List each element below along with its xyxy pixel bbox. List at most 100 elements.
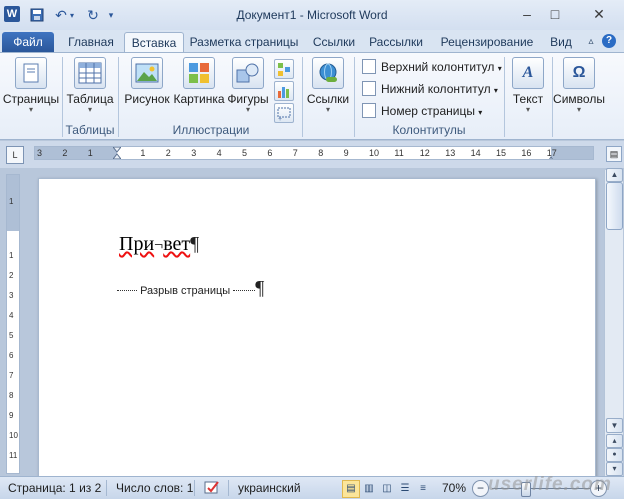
word-part-1: При [119, 233, 155, 255]
clipart-label: Картинка [173, 92, 225, 106]
draft-icon[interactable]: ≡ [414, 480, 432, 498]
group-separator [302, 57, 303, 137]
status-separator [228, 480, 229, 496]
indent-marker-icon[interactable] [112, 147, 122, 159]
vruler-number: 2 [9, 271, 14, 280]
table-icon [74, 57, 106, 89]
picture-label: Рисунок [124, 92, 170, 106]
smartart-icon[interactable] [274, 59, 294, 79]
links-button[interactable]: Ссылки ▾ [304, 57, 352, 114]
status-page[interactable]: Страница: 1 из 2 [8, 481, 101, 495]
chart-icon[interactable] [274, 81, 294, 101]
word-part-2: вет [163, 233, 191, 255]
tab-mailings[interactable]: Рассылки [366, 32, 426, 52]
status-words[interactable]: Число слов: 1 [116, 481, 193, 495]
maximize-button[interactable]: □ [542, 4, 568, 24]
pages-icon [15, 57, 47, 89]
page-number-label: Номер страницы [381, 104, 475, 118]
ruler-number: 5 [242, 148, 248, 158]
zoom-level[interactable]: 70% [442, 481, 466, 495]
page-number-dropdown-icon: ▾ [478, 108, 483, 117]
status-language[interactable]: украинский [238, 481, 301, 495]
vruler-number: 11 [9, 451, 18, 460]
ruler-number: 11 [394, 148, 404, 158]
right-indent-marker-icon[interactable] [547, 152, 555, 159]
tab-file[interactable]: Файл [2, 32, 54, 52]
footer-button[interactable]: Нижний колонтитул ▾ [362, 79, 498, 99]
ruler-number: 4 [216, 148, 222, 158]
watermark-text: userlife.com [488, 474, 612, 495]
document-paragraph[interactable]: При¬вет¶ [119, 233, 199, 256]
collapse-ribbon-icon[interactable]: ▵ [584, 32, 598, 52]
text-button[interactable]: A Текст ▾ [506, 57, 550, 114]
tab-insert[interactable]: Вставка [124, 32, 184, 53]
picture-button[interactable]: Рисунок [122, 57, 172, 106]
print-layout-icon[interactable]: ▤ [342, 480, 360, 498]
ruler-number: 2 [165, 148, 171, 158]
clipart-button[interactable]: Картинка [172, 57, 226, 106]
vruler-number: 5 [9, 331, 14, 340]
view-ruler-icon[interactable]: ▤ [606, 146, 622, 162]
ruler-number: 7 [292, 148, 298, 158]
tab-page-layout[interactable]: Разметка страницы [188, 32, 300, 52]
proofing-icon[interactable] [204, 479, 224, 498]
table-button[interactable]: Таблица ▾ [64, 57, 116, 114]
scroll-up-button[interactable]: ▲ [606, 168, 623, 182]
links-label: Ссылки [306, 92, 350, 106]
footer-icon [362, 81, 376, 96]
ruler-number: 3 [191, 148, 197, 158]
tab-references[interactable]: Ссылки [308, 32, 360, 52]
text-icon: A [512, 57, 544, 89]
symbols-label: Символы [553, 92, 605, 106]
ribbon-insert: Страницы ▾ Таблица ▾ Таблицы Рисунок Кар… [0, 52, 624, 140]
browse-object-button[interactable]: ● [606, 448, 623, 462]
group-separator [118, 57, 119, 137]
status-separator [194, 480, 195, 496]
status-separator [106, 480, 107, 496]
page-break-dots-right [233, 290, 256, 291]
ruler-left-margin [35, 147, 117, 159]
ruler-number: 2 [62, 148, 68, 158]
header-button[interactable]: Верхний колонтитул ▾ [362, 57, 502, 77]
group-label-illustrations: Иллюстрации [172, 123, 250, 137]
page-number-button[interactable]: Номер страницы ▾ [362, 101, 482, 121]
minimize-button[interactable]: – [514, 4, 540, 24]
outline-icon[interactable]: ☰ [396, 480, 414, 498]
screenshot-icon[interactable]: + [274, 103, 294, 123]
pages-button[interactable]: Страницы ▾ [2, 57, 60, 114]
prev-page-button[interactable]: ▴ [606, 434, 623, 448]
group-label-header-footer: Колонтитулы [392, 123, 466, 137]
vruler-number: 9 [9, 411, 14, 420]
zoom-out-button[interactable]: − [472, 480, 489, 497]
group-separator [62, 57, 63, 137]
pages-dropdown-icon: ▾ [28, 105, 33, 114]
shapes-button[interactable]: Фигуры ▾ [226, 57, 270, 114]
shapes-label: Фигуры [227, 92, 269, 106]
tab-view[interactable]: Вид [546, 32, 576, 52]
tab-home[interactable]: Главная [62, 32, 120, 52]
ruler-number: 3 [37, 148, 43, 158]
help-icon[interactable]: ? [602, 34, 616, 48]
page-break-marker[interactable]: Разрыв страницы ¶ [117, 277, 264, 300]
vertical-ruler[interactable]: 1 1 2 3 4 5 6 7 8 9 10 11 [6, 174, 20, 474]
shapes-icon [232, 57, 264, 89]
tab-selector[interactable]: L [6, 146, 24, 164]
symbols-button[interactable]: Ω Символы ▾ [552, 57, 606, 114]
web-layout-icon[interactable]: ◫ [378, 480, 396, 498]
table-dropdown-icon: ▾ [87, 105, 92, 114]
close-button[interactable]: ✕ [586, 4, 612, 24]
scroll-down-button[interactable]: ▼ [606, 418, 623, 433]
vertical-scrollbar[interactable]: ▲ ▼ ▴ ● ▾ [604, 168, 623, 476]
footer-label: Нижний колонтитул [381, 82, 491, 96]
ruler-number: 15 [496, 148, 507, 158]
pages-label: Страницы [2, 92, 60, 106]
ruler-number: 1 [87, 148, 93, 158]
tab-review[interactable]: Рецензирование [434, 32, 540, 52]
full-screen-reading-icon[interactable]: ▥ [360, 480, 378, 498]
ruler-number: 10 [369, 148, 380, 158]
ruler-number: 6 [267, 148, 273, 158]
document-page[interactable]: При¬вет¶ Разрыв страницы ¶ [38, 178, 596, 480]
horizontal-ruler[interactable]: 3 2 1 1 2 3 4 5 6 7 8 9 10 11 12 13 14 15 16 17 [34, 146, 594, 160]
header-icon [362, 59, 376, 74]
scroll-thumb[interactable] [606, 182, 623, 230]
